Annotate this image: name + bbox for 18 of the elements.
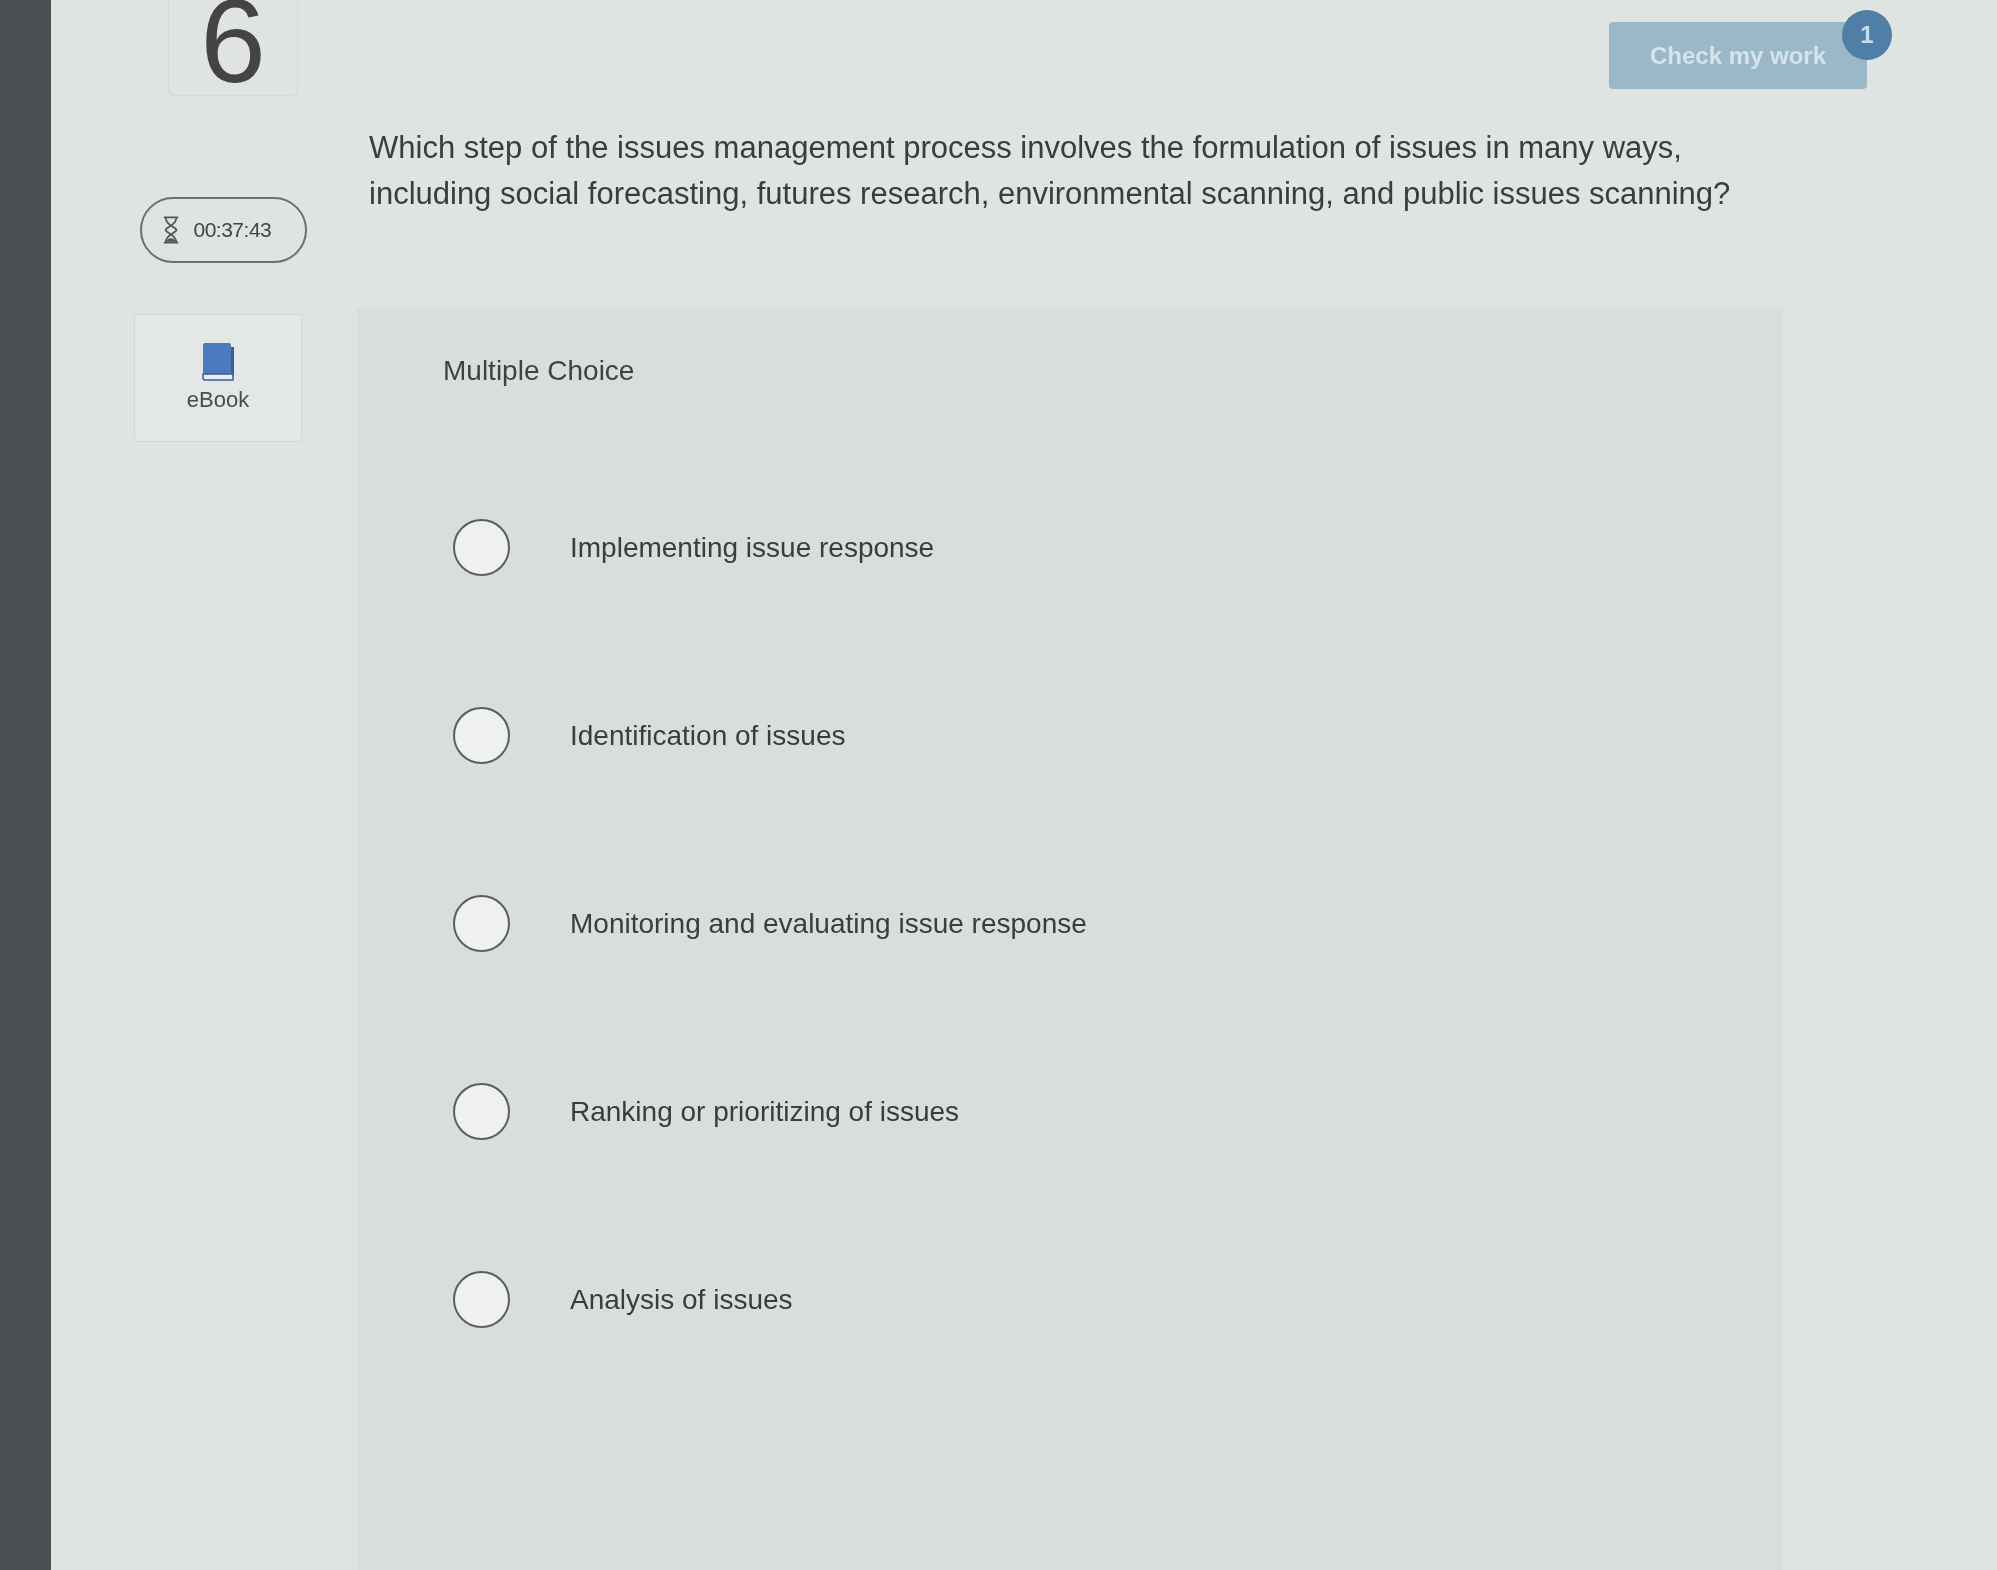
radio-button[interactable] bbox=[453, 1083, 510, 1140]
count-badge: 1 bbox=[1842, 10, 1892, 60]
book-icon bbox=[201, 343, 235, 381]
answer-option-text[interactable]: Analysis of issues bbox=[570, 1283, 793, 1316]
hourglass-icon bbox=[161, 215, 180, 245]
radio-button[interactable] bbox=[453, 1271, 510, 1328]
answer-option-text[interactable]: Identification of issues bbox=[570, 719, 846, 752]
radio-button[interactable] bbox=[453, 895, 510, 952]
ebook-button[interactable]: eBook bbox=[134, 314, 302, 442]
radio-button[interactable] bbox=[453, 707, 510, 764]
question-type-label: Multiple Choice bbox=[443, 355, 636, 387]
timer-text: 00:37:43 bbox=[193, 218, 272, 242]
answer-option-text[interactable]: Ranking or prioritizing of issues bbox=[570, 1095, 960, 1128]
answer-option-text[interactable]: Implementing issue response bbox=[570, 531, 935, 564]
question-number: 6 bbox=[168, 0, 298, 96]
question-text: Which step of the issues management process involves the formulation of issues in many ways, including social forecasting, futures research, environmental scanning, and public issues scanning? bbox=[369, 129, 1732, 213]
answer-option-text[interactable]: Monitoring and evaluating issue response bbox=[570, 907, 1087, 940]
radio-button[interactable] bbox=[453, 519, 510, 576]
